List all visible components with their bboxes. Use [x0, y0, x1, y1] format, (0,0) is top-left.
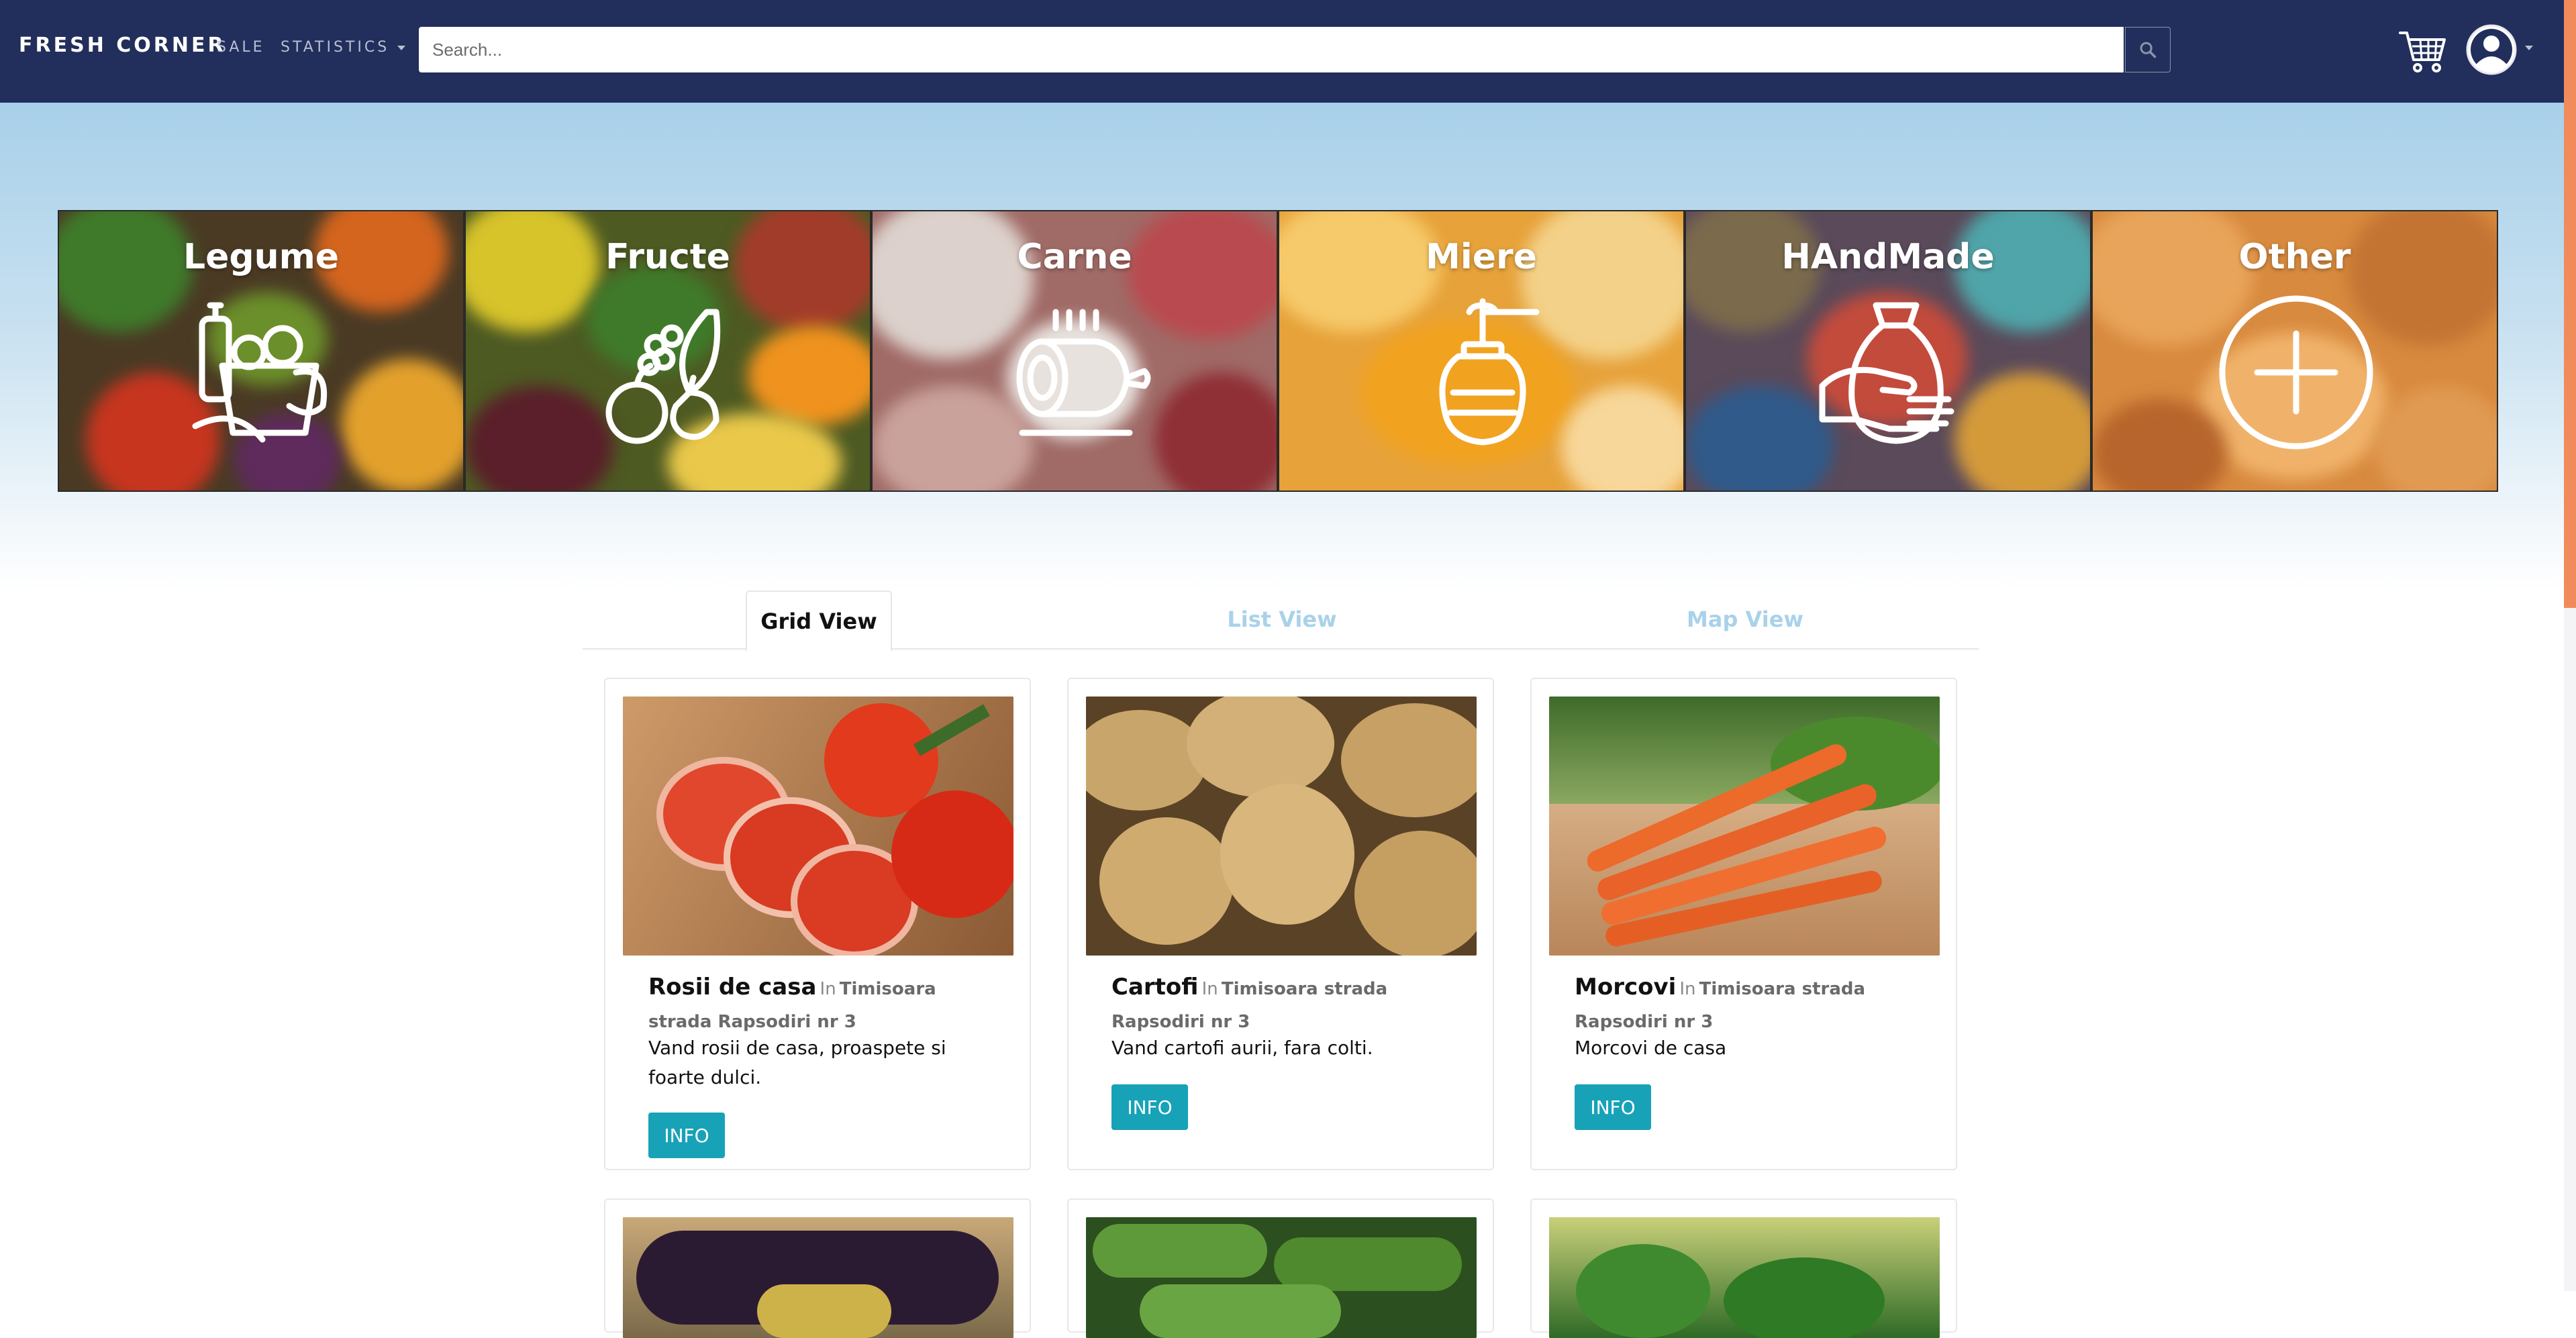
- category-label: HAndMade: [1781, 237, 1995, 277]
- product-title: Rosii de casa In Timisoara strada Rapsod…: [648, 972, 984, 1039]
- chevron-down-icon: [397, 45, 406, 50]
- product-description: Morcovi de casa: [1575, 1037, 1727, 1059]
- tab-list-view[interactable]: List View: [1161, 590, 1403, 648]
- product-card: Cartofi In Timisoara strada Rapsodiri nr…: [1067, 678, 1494, 1170]
- info-button[interactable]: INFO: [648, 1113, 725, 1158]
- ham-icon: [1016, 309, 1151, 436]
- product-image[interactable]: [1549, 697, 1940, 956]
- honey-jar-icon: [1439, 298, 1540, 446]
- chevron-down-icon[interactable]: [2525, 46, 2533, 50]
- product-image[interactable]: [1086, 697, 1477, 956]
- fruits-icon: [605, 309, 721, 444]
- category-tile-legume[interactable]: Legume: [58, 210, 464, 492]
- product-title: Cartofi In Timisoara strada Rapsodiri nr…: [1111, 972, 1447, 1039]
- search-icon: [2140, 42, 2157, 58]
- product-card: [604, 1198, 1031, 1338]
- nav-dropdown-statistics-label: STATISTICS: [281, 39, 390, 56]
- category-tile-fructe[interactable]: Fructe: [464, 210, 871, 492]
- plus-circle-icon: [2219, 295, 2373, 450]
- product-title: Morcovi In Timisoara strada Rapsodiri nr…: [1575, 972, 1910, 1039]
- product-location-prefix: In: [1201, 979, 1218, 999]
- tab-grid-view[interactable]: Grid View: [746, 590, 892, 651]
- tab-map-view[interactable]: Map View: [1624, 590, 1866, 648]
- product-card: Morcovi In Timisoara strada Rapsodiri nr…: [1530, 678, 1957, 1170]
- product-name[interactable]: Rosii de casa: [648, 974, 816, 1000]
- product-description: Vand cartofi aurii, fara colti.: [1111, 1037, 1373, 1059]
- product-name[interactable]: Morcovi: [1575, 974, 1676, 1000]
- category-tile-handmade[interactable]: HAndMade: [1685, 210, 2091, 492]
- user-avatar-icon: [2466, 24, 2517, 75]
- category-label: Carne: [1017, 237, 1132, 277]
- product-image[interactable]: [623, 697, 1013, 956]
- search-button[interactable]: [2125, 27, 2171, 72]
- product-card: [1530, 1198, 1957, 1338]
- product-description: Vand rosii de casa, proaspete si foarte …: [648, 1037, 946, 1088]
- info-button[interactable]: INFO: [1575, 1084, 1651, 1130]
- account-menu-button[interactable]: [2465, 23, 2518, 76]
- search-input[interactable]: [419, 27, 2124, 72]
- nav-link-sale[interactable]: SALE: [217, 39, 265, 56]
- product-card: Rosii de casa In Timisoara strada Rapsod…: [604, 678, 1031, 1170]
- category-strip: Legume Fructe Carne Miere HAndMade Other: [58, 210, 2506, 492]
- product-name[interactable]: Cartofi: [1111, 974, 1198, 1000]
- category-tile-other[interactable]: Other: [2091, 210, 2498, 492]
- handmade-vase-icon: [1819, 302, 1954, 444]
- category-tile-miere[interactable]: Miere: [1278, 210, 1685, 492]
- category-label: Other: [2238, 237, 2351, 277]
- category-label: Fructe: [605, 237, 730, 277]
- category-label: Legume: [183, 237, 340, 277]
- cart-icon: [2399, 32, 2446, 72]
- category-tile-carne[interactable]: Carne: [871, 210, 1278, 492]
- cart-button[interactable]: [2396, 23, 2450, 77]
- top-navbar: FRESH CORNER SALE STATISTICS: [0, 0, 2564, 103]
- vegetables-basket-icon: [192, 302, 328, 443]
- product-image[interactable]: [1549, 1217, 1940, 1338]
- product-image[interactable]: [623, 1217, 1013, 1338]
- product-image[interactable]: [1086, 1217, 1477, 1338]
- info-button[interactable]: INFO: [1111, 1084, 1188, 1130]
- scrollbar-thumb[interactable]: [2564, 0, 2576, 608]
- nav-dropdown-statistics[interactable]: STATISTICS: [281, 39, 406, 56]
- brand-logo[interactable]: FRESH CORNER: [19, 34, 226, 57]
- product-location-prefix: In: [1679, 979, 1696, 999]
- category-label: Miere: [1426, 237, 1537, 277]
- product-card: [1067, 1198, 1494, 1338]
- product-location-prefix: In: [820, 979, 836, 999]
